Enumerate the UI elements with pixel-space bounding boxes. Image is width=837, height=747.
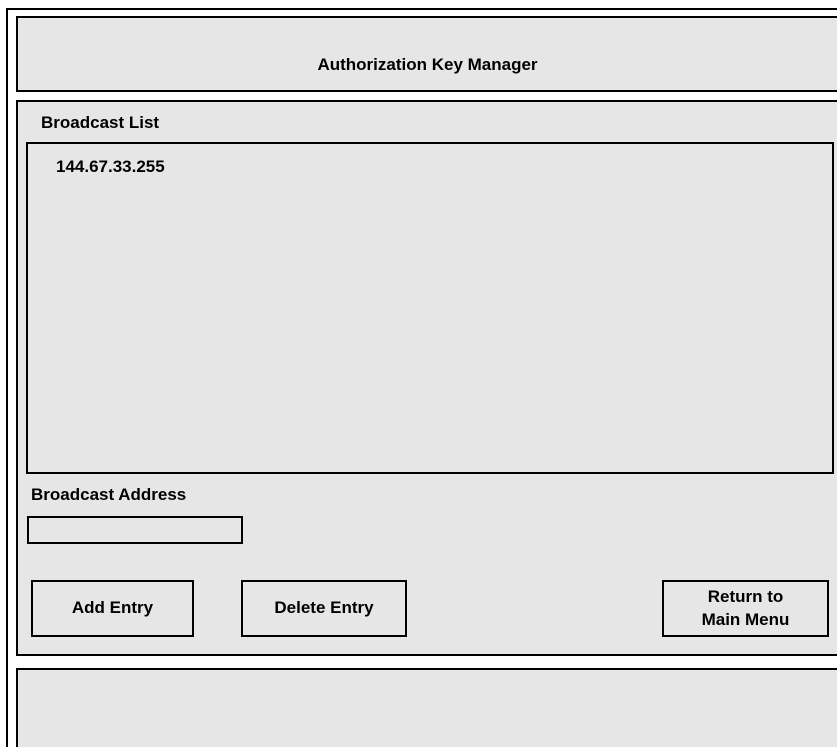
broadcast-address-label: Broadcast Address xyxy=(31,485,187,504)
delete-entry-button[interactable]: Delete Entry xyxy=(241,580,407,637)
broadcast-listbox[interactable]: 144.67.33.255 xyxy=(26,142,834,474)
broadcast-list-label: Broadcast List xyxy=(41,113,160,132)
return-button-line-2: Main Menu xyxy=(701,609,790,629)
return-button-line-1: Return to xyxy=(707,587,784,607)
page-title: Authorization Key Manager xyxy=(317,55,538,74)
return-to-main-menu-button[interactable]: Return to Main Menu xyxy=(662,580,829,637)
list-item[interactable]: 144.67.33.255 xyxy=(56,157,165,177)
status-panel xyxy=(16,668,837,747)
add-entry-button[interactable]: Add Entry xyxy=(31,580,194,637)
title-panel: Authorization Key Manager xyxy=(16,16,837,92)
broadcast-address-input[interactable] xyxy=(27,516,243,544)
